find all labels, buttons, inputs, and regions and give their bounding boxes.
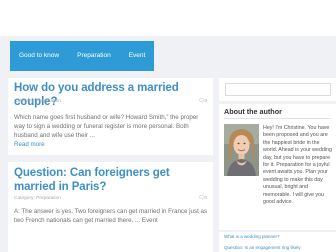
about-title: About the author xyxy=(224,107,282,116)
site-header xyxy=(0,0,336,36)
post-title[interactable]: Question: Can foreigners get married in … xyxy=(14,166,210,194)
post-category[interactable]: Category: Preparation xyxy=(14,196,61,201)
main-navigation: Good to know Preparation Event xyxy=(0,36,336,76)
post-card: How do you address a married couple? Cat… xyxy=(8,78,213,155)
comment-count[interactable]: 🗨0 xyxy=(198,196,207,201)
comment-count[interactable]: 🗨0 xyxy=(198,99,207,104)
recent-posts-widget: What is a wedding planner? Question: Is … xyxy=(219,232,336,252)
nav-item-good-to-know[interactable]: Good to know xyxy=(10,41,68,71)
read-more-link[interactable]: Read more xyxy=(14,141,45,148)
post-excerpt: Which name goes first husband or wife? H… xyxy=(14,114,199,139)
nav-menu: Good to know Preparation Event xyxy=(10,41,155,71)
nav-item-event[interactable]: Event xyxy=(120,41,155,71)
divider xyxy=(224,118,331,119)
nav-item-preparation[interactable]: Preparation xyxy=(68,41,120,71)
search-input[interactable] xyxy=(225,83,331,96)
post-card: Question: Can foreigners get married in … xyxy=(8,162,213,252)
about-widget: About the author Hey! I'm Christine. You… xyxy=(219,104,336,230)
about-text: Hey! I'm Christine. You have been propos… xyxy=(263,125,332,206)
post-category[interactable]: Category: Preparation xyxy=(14,99,61,104)
post-excerpt: A: The answer is yes. Two foreigners can… xyxy=(14,208,208,224)
author-photo xyxy=(224,124,259,176)
search-widget xyxy=(219,78,336,101)
sidebar-link[interactable]: What is a wedding planner? xyxy=(224,234,280,239)
sidebar-link[interactable]: Question: Is an engagement ring likely xyxy=(224,245,301,250)
post-title[interactable]: How do you address a married couple? xyxy=(14,81,210,109)
